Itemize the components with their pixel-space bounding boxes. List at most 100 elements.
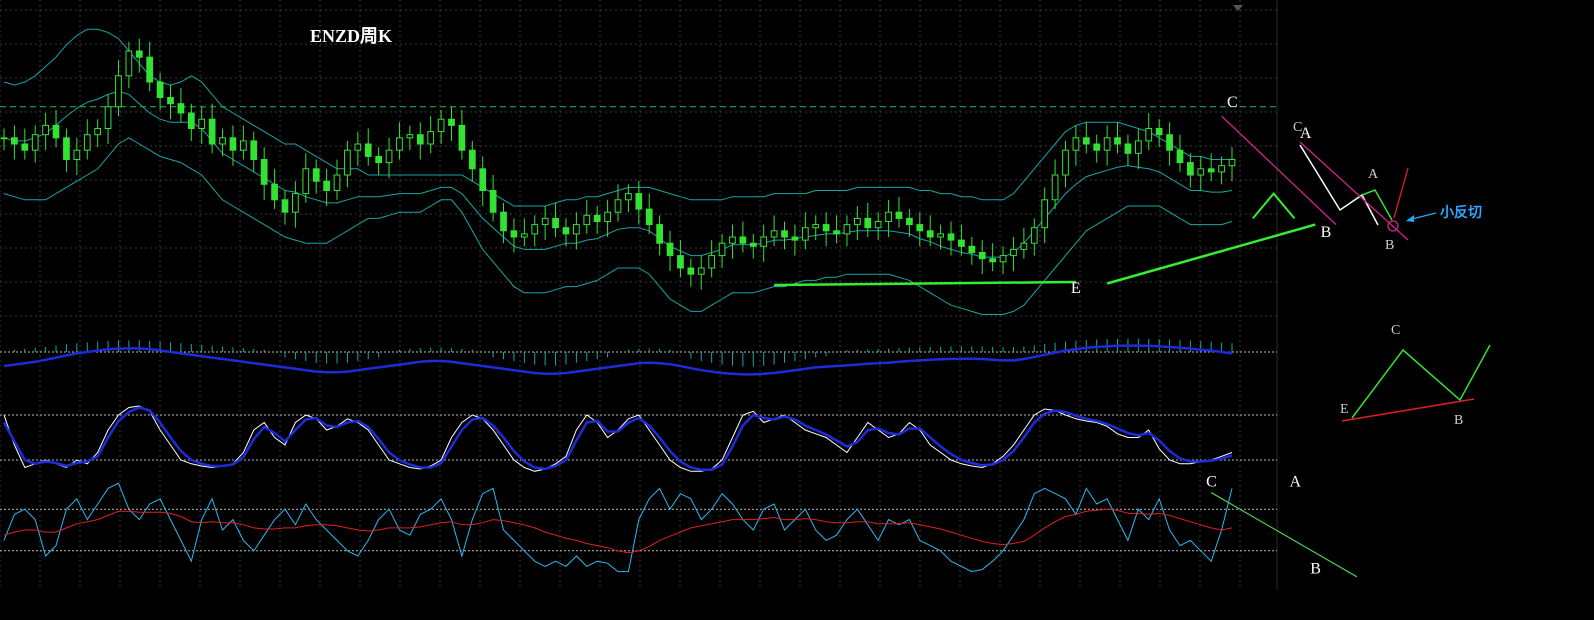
wave-label-e: E <box>1071 280 1081 297</box>
candle-body <box>968 245 976 254</box>
candle-body <box>1082 137 1090 145</box>
candle-body <box>895 211 903 219</box>
candle-body <box>531 224 539 235</box>
candle-body <box>708 255 716 269</box>
candle-body <box>489 190 497 213</box>
candle-body <box>937 233 944 238</box>
candle-body <box>906 217 913 226</box>
candle-body <box>500 211 507 232</box>
candle-body <box>677 255 684 269</box>
candle-body <box>375 155 383 164</box>
candle-body <box>94 128 102 136</box>
candle-body <box>208 118 216 145</box>
rsi-wave-label-b: B <box>1310 561 1321 578</box>
candle-body <box>1176 149 1184 164</box>
candle-body <box>666 242 674 257</box>
candle-body <box>427 131 435 145</box>
candle-body <box>697 267 705 275</box>
candle-body <box>833 230 840 235</box>
candle-body <box>479 168 487 192</box>
candle-body <box>312 168 320 182</box>
chart-background <box>0 0 1594 620</box>
wave-label-b: B <box>1321 224 1332 241</box>
candle-body <box>125 50 133 77</box>
candle-body <box>1114 137 1121 145</box>
candle-body <box>250 140 258 160</box>
candle-body <box>978 252 986 260</box>
candle-body <box>83 134 91 151</box>
candle-body <box>333 174 341 191</box>
candle-body <box>1134 140 1142 154</box>
candle-body <box>770 230 778 238</box>
candle-body <box>510 230 518 238</box>
candle-body <box>198 118 206 129</box>
candle-body <box>656 224 663 244</box>
candle-body <box>791 236 799 241</box>
candle-body <box>1041 199 1049 229</box>
candle-body <box>156 81 164 98</box>
candle-body <box>344 149 351 176</box>
candle-body <box>541 217 549 226</box>
candle-body <box>146 56 154 83</box>
candle-body <box>1030 227 1038 244</box>
candle-body <box>1093 143 1101 151</box>
candle-body <box>739 236 747 244</box>
candle-body <box>885 211 892 222</box>
candle-body <box>687 267 695 275</box>
legend-top-label-b: B <box>1385 238 1394 253</box>
candle-body <box>42 124 49 136</box>
chart-stage: CABE C AB ENZD周K C A B 小反切 C E B <box>0 0 1594 620</box>
legend-bottom-label-e: E <box>1340 402 1349 417</box>
legend-top-label-c: C <box>1293 120 1302 135</box>
candle-body <box>458 124 466 151</box>
candle-body <box>1051 174 1059 201</box>
candle-body <box>1187 162 1194 176</box>
legend-top-note: 小反切 <box>1440 204 1482 221</box>
candle-body <box>1072 137 1080 151</box>
candle-body <box>1062 149 1069 176</box>
candle-body <box>843 224 851 235</box>
candle-body <box>989 258 997 263</box>
candle-body <box>593 214 601 223</box>
candle-body <box>31 134 39 151</box>
candle-body <box>573 224 580 235</box>
candle-body <box>874 221 882 229</box>
candle-body <box>21 143 29 151</box>
candle-body <box>1010 248 1017 257</box>
candle-body <box>562 227 570 235</box>
candle-body <box>1103 137 1111 151</box>
candle-body <box>583 214 591 226</box>
candle-body <box>239 140 247 151</box>
candle-body <box>167 97 174 105</box>
candle-body <box>364 143 372 157</box>
candle-body <box>104 106 112 130</box>
candle-body <box>406 134 414 139</box>
candle-body <box>63 137 70 161</box>
candle-body <box>323 180 330 191</box>
candle-body <box>781 230 788 238</box>
candle-body <box>552 217 559 229</box>
candle-body <box>11 137 18 145</box>
candle-body <box>73 149 81 160</box>
candle-body <box>281 199 289 213</box>
candle-body <box>958 239 965 247</box>
candle-body <box>864 217 872 229</box>
legend-top-label-a: A <box>1368 167 1379 182</box>
candle-body <box>926 230 934 238</box>
wave-label-c: C <box>1227 94 1238 111</box>
candle-body <box>468 149 476 170</box>
candle-body <box>354 143 362 151</box>
candle-body <box>916 224 924 232</box>
candle-body <box>1218 165 1225 173</box>
candle-body <box>947 233 955 241</box>
rsi-wave-label-a: A <box>1289 473 1301 490</box>
candle-body <box>1166 134 1173 151</box>
candle-body <box>0 137 8 140</box>
candle-body <box>271 183 278 201</box>
candle-body <box>625 193 632 201</box>
legend-bottom-label-c: C <box>1391 323 1400 338</box>
candle-body <box>177 103 185 114</box>
candle-body <box>292 193 299 213</box>
candle-body <box>1020 242 1028 250</box>
candle-body <box>1155 128 1163 136</box>
